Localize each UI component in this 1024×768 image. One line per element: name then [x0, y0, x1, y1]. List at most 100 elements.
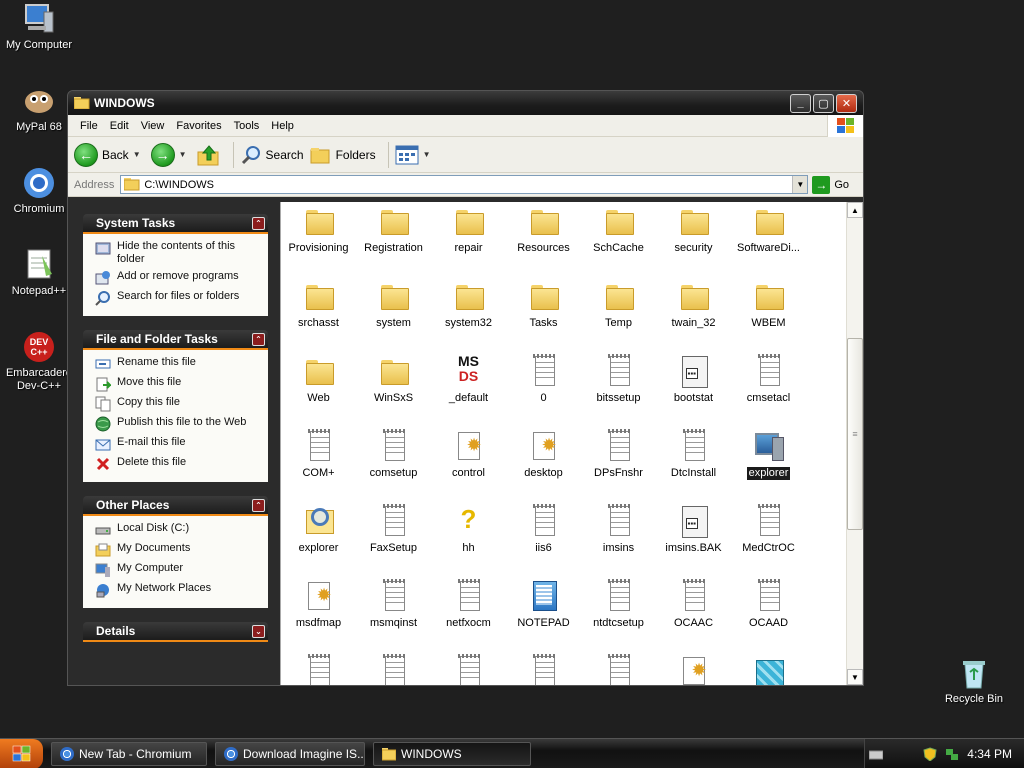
start-button[interactable] [0, 738, 43, 768]
file-item[interactable]: OCAAC [656, 579, 731, 630]
file-item[interactable] [656, 654, 731, 685]
file-item[interactable]: system [356, 279, 431, 330]
scroll-up-button[interactable]: ▲ [847, 202, 863, 218]
file-item[interactable]: netfxocm [431, 579, 506, 630]
file-item[interactable]: FaxSetup [356, 504, 431, 555]
maximize-button[interactable]: ▢ [813, 93, 834, 113]
file-item[interactable]: MS DS _default [431, 354, 506, 405]
file-item[interactable]: WBEM [731, 279, 806, 330]
task-add-remove-programs[interactable]: Add or remove programs [95, 270, 262, 286]
menu-tools[interactable]: Tools [228, 120, 266, 132]
file-item[interactable]: explorer [281, 504, 356, 555]
address-input[interactable]: C:\WINDOWS ▼ [120, 175, 809, 194]
file-folder-tasks-header[interactable]: File and Folder Tasks ⌃ [83, 330, 268, 350]
clock[interactable]: 4:34 PM [967, 747, 1012, 761]
file-item[interactable]: imsins [581, 504, 656, 555]
file-item[interactable]: DPsFnshr [581, 429, 656, 480]
file-item[interactable] [506, 654, 581, 685]
place-my-network[interactable]: My Network Places [95, 582, 262, 598]
taskbar-button-chromium-download[interactable]: Download Imagine IS... [215, 741, 365, 766]
file-item[interactable]: control [431, 429, 506, 480]
folders-button[interactable]: Folders [310, 145, 376, 165]
file-item[interactable]: SoftwareDi... [731, 204, 806, 255]
other-places-header[interactable]: Other Places ⌃ [83, 496, 268, 516]
back-button[interactable]: ← Back ▼ [74, 142, 145, 167]
menu-help[interactable]: Help [265, 120, 300, 132]
views-button[interactable]: ▼ [395, 145, 435, 165]
file-item[interactable]: 0 [506, 354, 581, 405]
menu-favorites[interactable]: Favorites [170, 120, 227, 132]
file-item[interactable]: msdfmap [281, 579, 356, 630]
menu-edit[interactable]: Edit [104, 120, 135, 132]
file-item[interactable]: DtcInstall [656, 429, 731, 480]
file-item[interactable] [731, 654, 806, 685]
file-item[interactable] [356, 654, 431, 685]
task-copy-file[interactable]: Copy this file [95, 396, 262, 412]
security-shield-icon[interactable] [923, 747, 937, 761]
file-item[interactable]: ntdtcsetup [581, 579, 656, 630]
file-item[interactable]: Temp [581, 279, 656, 330]
collapse-icon[interactable]: ⌃ [252, 499, 265, 512]
chevron-down-icon[interactable]: ▼ [133, 150, 141, 159]
file-item[interactable]: MedCtrOC [731, 504, 806, 555]
file-item[interactable]: ? hh [431, 504, 506, 555]
taskbar-button-windows-folder[interactable]: WINDOWS [373, 741, 531, 766]
title-bar[interactable]: WINDOWS _ ▢ ✕ [68, 91, 863, 115]
up-folder-button[interactable] [197, 144, 221, 166]
file-item[interactable]: Registration [356, 204, 431, 255]
file-item[interactable]: imsins.BAK [656, 504, 731, 555]
address-dropdown-button[interactable]: ▼ [792, 176, 808, 193]
chevron-down-icon[interactable]: ▼ [423, 150, 431, 159]
scroll-thumb[interactable]: ≡ [847, 338, 863, 530]
file-item[interactable]: msmqinst [356, 579, 431, 630]
file-item[interactable]: srchasst [281, 279, 356, 330]
file-item[interactable]: WinSxS [356, 354, 431, 405]
forward-button[interactable]: → ▼ [150, 142, 191, 167]
file-item[interactable]: Resources [506, 204, 581, 255]
file-item[interactable]: comsetup [356, 429, 431, 480]
file-item[interactable] [431, 654, 506, 685]
file-item[interactable]: SchCache [581, 204, 656, 255]
file-item[interactable]: NOTEPAD [506, 579, 581, 630]
task-email-file[interactable]: E-mail this file [95, 436, 262, 452]
file-item[interactable]: Provisioning [281, 204, 356, 255]
file-item[interactable]: bootstat [656, 354, 731, 405]
file-item[interactable]: COM+ [281, 429, 356, 480]
expand-icon[interactable]: ⌄ [252, 625, 265, 638]
file-item[interactable]: security [656, 204, 731, 255]
close-button[interactable]: ✕ [836, 93, 857, 113]
vertical-scrollbar[interactable]: ▲ ≡ ▼ [846, 202, 863, 685]
search-button[interactable]: Search [240, 144, 304, 166]
desktop-icon-my-computer[interactable]: My Computer [0, 2, 78, 52]
file-item[interactable]: desktop [506, 429, 581, 480]
task-publish-web[interactable]: Publish this file to the Web [95, 416, 262, 432]
minimize-button[interactable]: _ [790, 93, 811, 113]
place-my-documents[interactable]: My Documents [95, 542, 262, 558]
scroll-down-button[interactable]: ▼ [847, 669, 863, 685]
place-local-disk[interactable]: Local Disk (C:) [95, 522, 262, 538]
menu-file[interactable]: File [74, 120, 104, 132]
file-item[interactable] [581, 654, 656, 685]
file-item[interactable]: bitssetup [581, 354, 656, 405]
file-item[interactable]: iis6 [506, 504, 581, 555]
file-item[interactable]: Tasks [506, 279, 581, 330]
file-item[interactable]: twain_32 [656, 279, 731, 330]
network-tray-icon[interactable] [945, 747, 959, 761]
collapse-icon[interactable]: ⌃ [252, 217, 265, 230]
file-item[interactable]: cmsetacl [731, 354, 806, 405]
keyboard-icon[interactable] [869, 747, 884, 761]
task-delete-file[interactable]: Delete this file [95, 456, 262, 472]
file-item[interactable]: explorer [731, 429, 806, 480]
menu-view[interactable]: View [135, 120, 171, 132]
task-hide-contents[interactable]: Hide the contents of this folder [95, 240, 262, 266]
task-rename-file[interactable]: Rename this file [95, 356, 262, 372]
desktop-icon-recycle-bin[interactable]: Recycle Bin [935, 656, 1013, 706]
file-item[interactable] [281, 654, 356, 685]
task-move-file[interactable]: Move this file [95, 376, 262, 392]
collapse-icon[interactable]: ⌃ [252, 333, 265, 346]
file-item[interactable]: system32 [431, 279, 506, 330]
go-button[interactable]: → Go [812, 175, 849, 194]
task-search-files[interactable]: Search for files or folders [95, 290, 262, 306]
taskbar-button-chromium-newtab[interactable]: New Tab - Chromium [51, 741, 207, 766]
place-my-computer[interactable]: My Computer [95, 562, 262, 578]
